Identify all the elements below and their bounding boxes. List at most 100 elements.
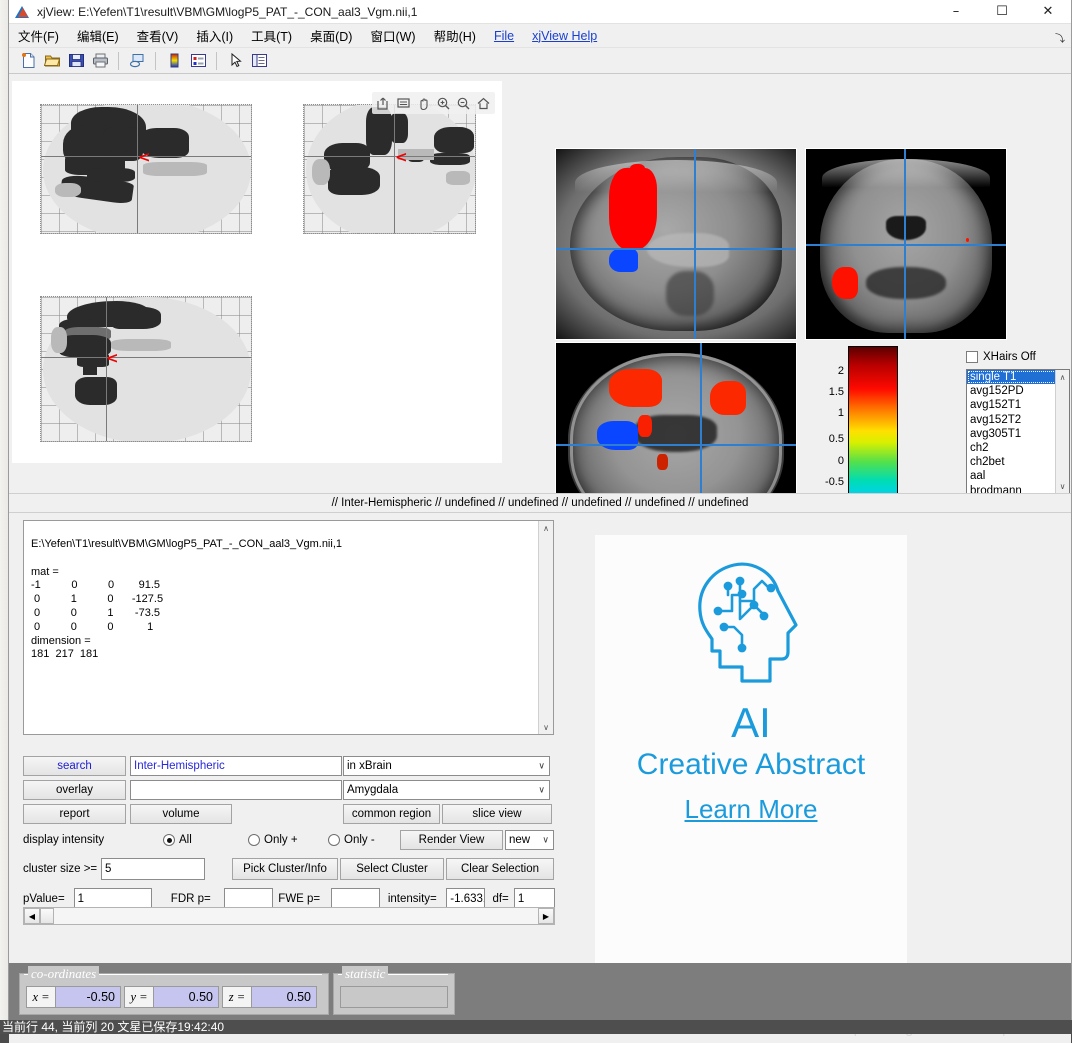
zoom-in-icon[interactable] xyxy=(434,94,453,113)
search-input[interactable]: Inter-Hemispheric xyxy=(130,756,342,776)
scroll-down-icon[interactable]: ∨ xyxy=(1056,479,1069,493)
template-item-ch2bet[interactable]: ch2bet xyxy=(967,455,1069,469)
region-status-text: // Inter-Hemispheric // undefined // und… xyxy=(332,497,749,509)
render-target-value: new xyxy=(509,834,530,846)
image-info-box[interactable]: E:\Yefen\T1\result\VBM\GM\logP5_PAT_-_CO… xyxy=(23,520,554,735)
y-coordinate-input[interactable]: 0.50 xyxy=(153,986,219,1008)
colorbar-tick: 0.5 xyxy=(804,433,844,445)
template-listbox[interactable]: single T1 avg152PD avg152T1 avg152T2 avg… xyxy=(966,369,1070,494)
scroll-down-icon[interactable]: ∨ xyxy=(539,720,553,734)
radio-only-plus-indicator[interactable] xyxy=(248,834,260,846)
open-file-icon[interactable] xyxy=(41,50,63,72)
z-coordinate-input[interactable]: 0.50 xyxy=(251,986,317,1008)
new-figure-icon[interactable] xyxy=(17,50,39,72)
template-item-single-t1[interactable]: single T1 xyxy=(967,370,1069,384)
colorbar-icon[interactable] xyxy=(163,50,185,72)
search-button[interactable]: search xyxy=(23,756,126,776)
menu-edit[interactable]: 编辑(E) xyxy=(68,24,128,47)
scrollbar-thumb[interactable] xyxy=(40,908,54,924)
template-item-avg152t1[interactable]: avg152T1 xyxy=(967,398,1069,412)
menu-link-file[interactable]: File xyxy=(485,27,523,45)
template-item-avg152pd[interactable]: avg152PD xyxy=(967,384,1069,398)
mip-coronal[interactable]: < xyxy=(303,104,476,234)
restore-view-icon[interactable] xyxy=(474,94,493,113)
slice-view-button[interactable]: slice view xyxy=(442,804,552,824)
scroll-up-icon[interactable]: ∧ xyxy=(1056,370,1069,384)
save-figure-icon[interactable] xyxy=(65,50,87,72)
property-inspector-icon[interactable] xyxy=(248,50,270,72)
edit-pointer-icon[interactable] xyxy=(224,50,246,72)
scrollbar-track[interactable] xyxy=(54,908,538,924)
clear-selection-button[interactable]: Clear Selection xyxy=(446,858,554,880)
slice-coronal[interactable] xyxy=(805,148,1007,340)
info-box-scrollbar[interactable]: ∧ ∨ xyxy=(538,521,553,734)
pick-cluster-info-button[interactable]: Pick Cluster/Info xyxy=(232,858,338,880)
link-plot-icon[interactable] xyxy=(126,50,148,72)
ad-subtitle: Creative Abstract xyxy=(637,748,865,782)
radio-only-plus[interactable]: Only + xyxy=(248,834,328,846)
menu-desktop[interactable]: 桌面(D) xyxy=(301,24,361,47)
radio-all-indicator[interactable] xyxy=(163,834,175,846)
export-icon[interactable] xyxy=(374,94,393,113)
template-item-avg305t1[interactable]: avg305T1 xyxy=(967,427,1069,441)
template-item-ch2[interactable]: ch2 xyxy=(967,441,1069,455)
menu-tools[interactable]: 工具(T) xyxy=(242,24,301,47)
colorbar-tick: -0.5 xyxy=(804,476,844,488)
menu-view[interactable]: 查看(V) xyxy=(128,24,188,47)
template-item-avg152t2[interactable]: avg152T2 xyxy=(967,413,1069,427)
menu-insert[interactable]: 插入(I) xyxy=(187,24,242,47)
close-button[interactable]: ✕ xyxy=(1025,0,1071,23)
slice-sagittal[interactable] xyxy=(555,148,797,340)
mip-axial[interactable]: < xyxy=(40,296,252,442)
xhairs-toggle-row[interactable]: XHairs Off xyxy=(966,348,1070,366)
menu-link-xjview-help[interactable]: xjView Help xyxy=(523,27,606,45)
menu-file[interactable]: 文件(F) xyxy=(9,24,68,47)
legend-icon[interactable] xyxy=(187,50,209,72)
radio-only-minus[interactable]: Only - xyxy=(328,834,400,846)
activation-cluster-positive xyxy=(609,369,662,407)
toolbar-separator xyxy=(155,52,156,70)
template-item-aal[interactable]: aal xyxy=(967,469,1069,483)
print-icon[interactable] xyxy=(89,50,111,72)
render-target-select[interactable]: new ∨ xyxy=(505,830,554,850)
report-button[interactable]: report xyxy=(23,804,126,824)
search-scope-select[interactable]: in xBrain ∨ xyxy=(343,756,550,776)
minimize-button[interactable]: – xyxy=(933,0,979,23)
glass-brain-mip-panel[interactable]: < < xyxy=(12,81,502,463)
scroll-left-icon[interactable]: ◀ xyxy=(24,908,40,924)
zoom-out-icon[interactable] xyxy=(454,94,473,113)
render-view-button[interactable]: Render View xyxy=(400,830,503,850)
menu-window[interactable]: 窗口(W) xyxy=(361,24,424,47)
select-cluster-button[interactable]: Select Cluster xyxy=(340,858,444,880)
overlay-region-select[interactable]: Amygdala ∨ xyxy=(343,780,550,800)
region-status-line: // Inter-Hemispheric // undefined // und… xyxy=(9,493,1071,513)
colorbar-tick: 1.5 xyxy=(804,386,844,398)
cluster-size-input[interactable]: 5 xyxy=(101,858,205,880)
crosshair-vertical xyxy=(694,149,696,339)
overlay-button[interactable]: overlay xyxy=(23,780,126,800)
mip-sagittal[interactable]: < xyxy=(40,104,252,234)
maximize-button[interactable]: ☐ xyxy=(979,0,1025,23)
data-tips-icon[interactable] xyxy=(394,94,413,113)
radio-all[interactable]: All xyxy=(163,834,248,846)
activation-cluster-positive xyxy=(832,267,858,299)
template-list-scrollbar[interactable]: ∧ ∨ xyxy=(1055,370,1069,493)
overlay-input[interactable] xyxy=(130,780,342,800)
search-row: search Inter-Hemispheric in xBrain ∨ xyxy=(23,756,555,776)
horizontal-scrollbar[interactable]: ◀ ▶ xyxy=(23,907,555,925)
x-coordinate-input[interactable]: -0.50 xyxy=(55,986,121,1008)
xhairs-checkbox[interactable] xyxy=(966,351,978,363)
advertisement-panel[interactable]: AI Creative Abstract Learn More xyxy=(595,535,907,976)
radio-only-minus-indicator[interactable] xyxy=(328,834,340,846)
menu-help[interactable]: 帮助(H) xyxy=(425,24,485,47)
activation-cluster-positive xyxy=(657,454,668,470)
ad-title: AI xyxy=(731,700,771,746)
ad-learn-more-link[interactable]: Learn More xyxy=(685,794,818,825)
scroll-up-icon[interactable]: ∧ xyxy=(539,521,553,535)
menu-overflow-icon[interactable]: ⤵ xyxy=(1055,30,1065,45)
common-region-button[interactable]: common region xyxy=(343,804,440,824)
statistic-value-field[interactable] xyxy=(340,986,448,1008)
scroll-right-icon[interactable]: ▶ xyxy=(538,908,554,924)
volume-button[interactable]: volume xyxy=(130,804,232,824)
pan-icon[interactable] xyxy=(414,94,433,113)
